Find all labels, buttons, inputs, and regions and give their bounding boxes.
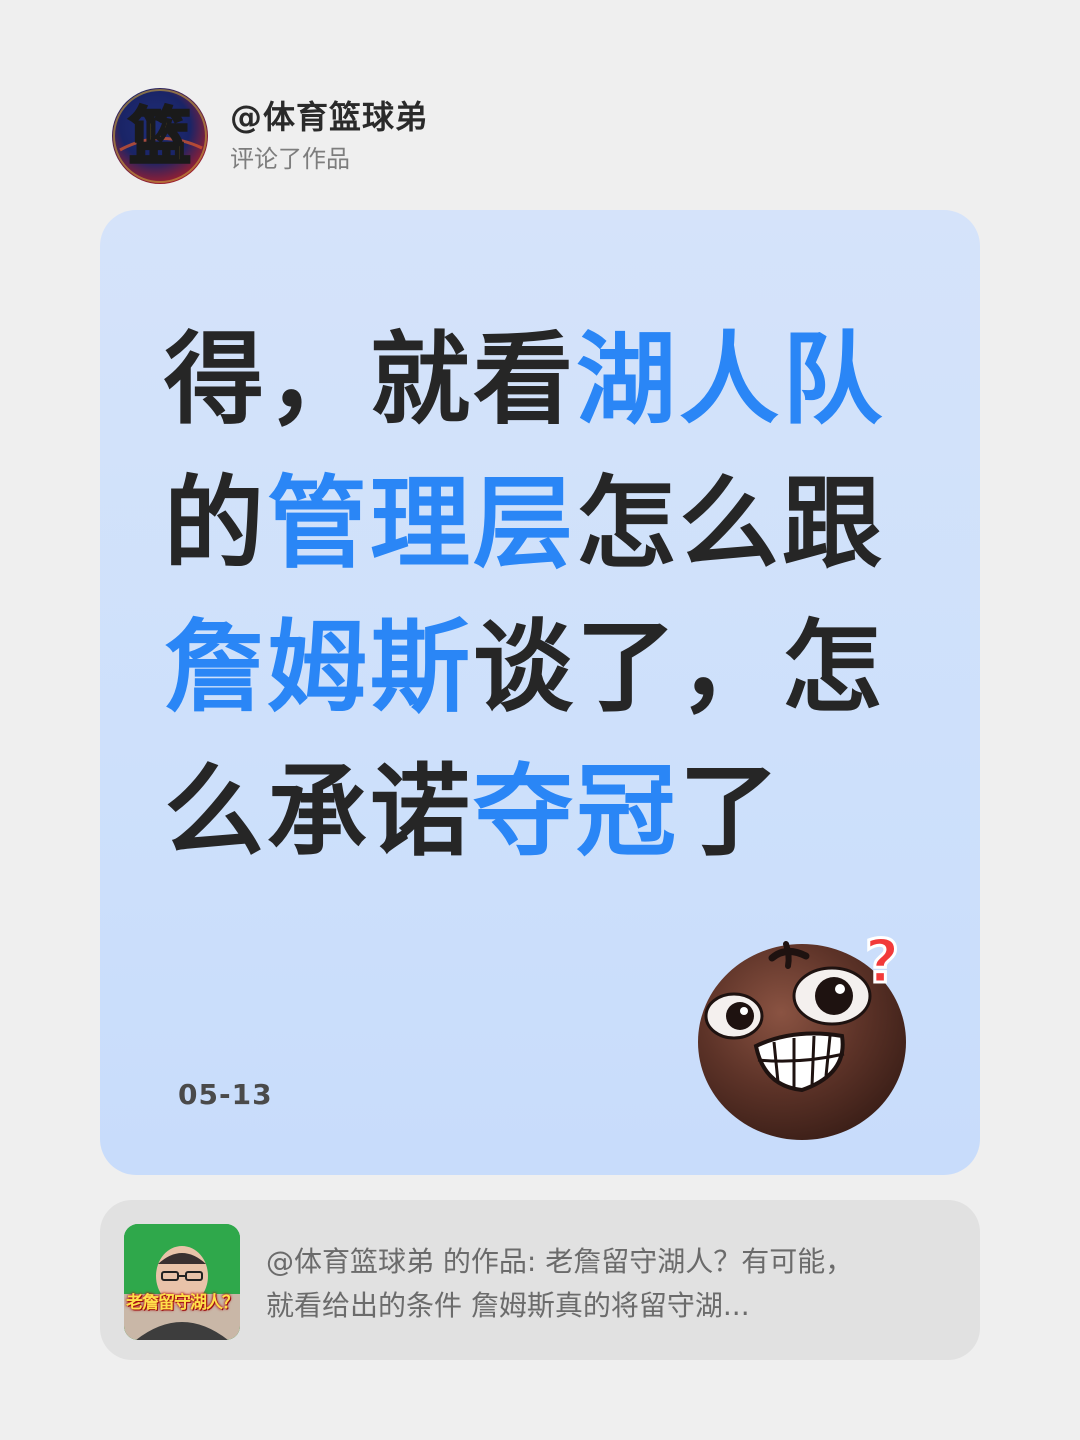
- header-text: @体育篮球弟 评论了作品: [230, 97, 428, 175]
- comment-segment: 得，就看: [164, 321, 576, 438]
- smirk-question-emoji-icon: ?: [694, 924, 914, 1144]
- comment-date: 05-13: [178, 1078, 273, 1111]
- avatar[interactable]: 篮: [112, 88, 208, 184]
- referenced-post-card[interactable]: 老詹留守湖人？ @体育篮球弟 的作品: 老詹留守湖人？有可能， 就看给出的条件 …: [100, 1200, 980, 1360]
- referenced-post-line-1: @体育篮球弟 的作品: 老詹留守湖人？有可能，: [266, 1245, 854, 1278]
- action-label: 评论了作品: [230, 145, 350, 173]
- comment-segment: 怎么跟: [576, 465, 885, 582]
- svg-text:?: ?: [865, 927, 900, 997]
- referenced-post-text[interactable]: @体育篮球弟 的作品: 老詹留守湖人？有可能， 就看给出的条件 詹姆斯真的将留守…: [266, 1240, 956, 1328]
- comment-highlight-segment: 夺冠: [473, 753, 679, 870]
- comment-segment: 的: [164, 465, 267, 582]
- comment-card: 得，就看湖人队的管理层怎么跟詹姆斯谈了，怎么承诺夺冠了 05-13 ?: [100, 210, 980, 1175]
- username[interactable]: @体育篮球弟: [230, 97, 428, 137]
- comment-segment: 了: [679, 753, 782, 870]
- thumbnail-caption: 老詹留守湖人？: [126, 1293, 239, 1313]
- comment-highlight-segment: 詹姆斯: [164, 609, 473, 726]
- comment-header: 篮 @体育篮球弟 评论了作品: [112, 88, 428, 184]
- avatar-logo-char: 篮: [129, 100, 191, 173]
- comment-highlight-segment: 湖人队: [576, 321, 885, 438]
- post-thumbnail[interactable]: 老詹留守湖人？: [124, 1224, 240, 1340]
- basketball-logo-icon: 篮: [113, 89, 207, 183]
- referenced-post-line-2: 就看给出的条件 詹姆斯真的将留守湖...: [266, 1289, 750, 1322]
- comment-text: 得，就看湖人队的管理层怎么跟詹姆斯谈了，怎么承诺夺冠了: [164, 308, 924, 884]
- comment-highlight-segment: 管理层: [267, 465, 576, 582]
